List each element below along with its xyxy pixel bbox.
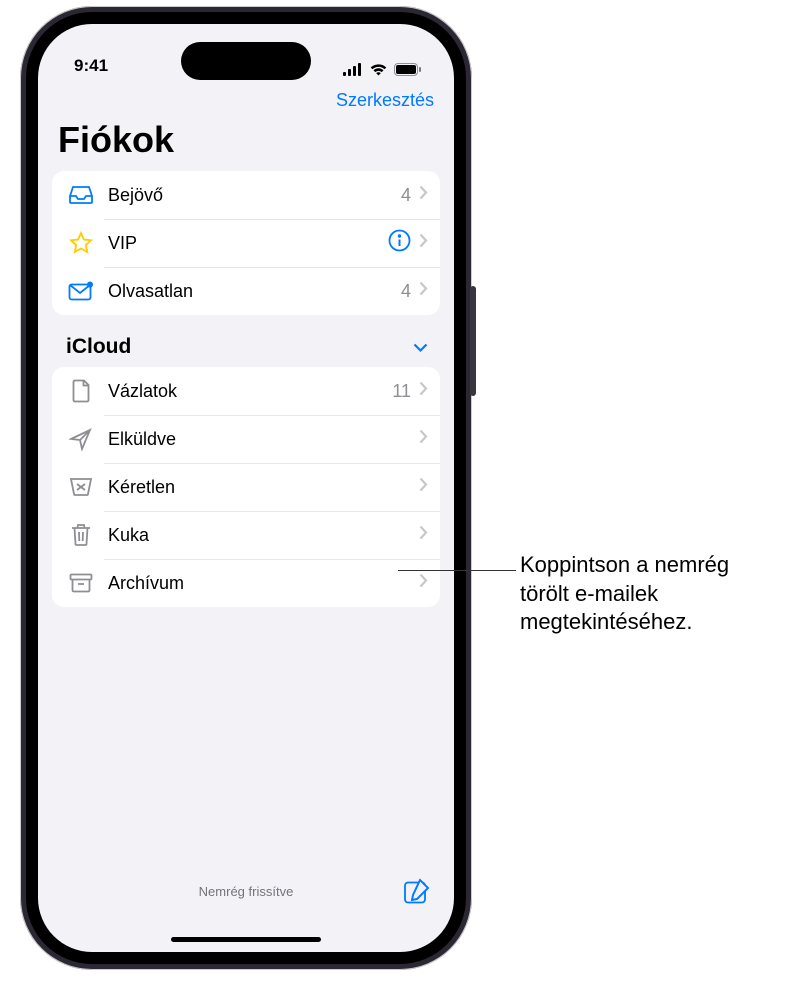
- page-title: Fiókok: [38, 115, 454, 171]
- status-time: 9:41: [74, 56, 108, 76]
- chevron-right-icon: [419, 185, 428, 205]
- compose-button[interactable]: [403, 878, 430, 910]
- mailbox-vip[interactable]: VIP: [52, 219, 440, 267]
- mailbox-label: Elküldve: [108, 429, 419, 450]
- edit-button[interactable]: Szerkesztés: [336, 90, 434, 111]
- side-button: [470, 286, 476, 396]
- chevron-down-icon: [413, 335, 428, 359]
- icloud-mailbox-group: Vázlatok 11 Elküldve: [52, 367, 440, 607]
- primary-mailbox-group: Bejövő 4 VIP: [52, 171, 440, 315]
- callout-text: Koppintson a nemrég törölt e-mailek megt…: [520, 551, 729, 637]
- send-icon: [66, 427, 96, 451]
- dynamic-island: [181, 42, 311, 80]
- junk-icon: [66, 477, 96, 497]
- mailbox-label: Olvasatlan: [108, 281, 401, 302]
- archive-icon: [66, 573, 96, 593]
- bottom-toolbar: Nemrég frissítve: [38, 868, 454, 952]
- mailbox-label: Kéretlen: [108, 477, 419, 498]
- screen: 9:41 Szerkesztés: [38, 24, 454, 952]
- mailbox-unread[interactable]: Olvasatlan 4: [52, 267, 440, 315]
- section-header-icloud[interactable]: iCloud: [52, 315, 440, 367]
- mailbox-inbox[interactable]: Bejövő 4: [52, 171, 440, 219]
- mailbox-label: Kuka: [108, 525, 419, 546]
- mailbox-label: Archívum: [108, 573, 419, 594]
- mailbox-label: Bejövő: [108, 185, 401, 206]
- trash-icon: [66, 523, 96, 547]
- chevron-right-icon: [419, 573, 428, 593]
- sync-status: Nemrég frissítve: [199, 884, 294, 899]
- wifi-icon: [369, 63, 388, 76]
- mailbox-archive[interactable]: Archívum: [52, 559, 440, 607]
- mailbox-label: Vázlatok: [108, 381, 392, 402]
- mailbox-count: 11: [392, 381, 411, 402]
- cellular-icon: [343, 63, 363, 76]
- mailbox-sent[interactable]: Elküldve: [52, 415, 440, 463]
- mailbox-count: 4: [401, 281, 411, 302]
- section-title: iCloud: [66, 335, 131, 359]
- chevron-right-icon: [419, 477, 428, 497]
- mailbox-label: VIP: [108, 233, 388, 254]
- info-icon[interactable]: [388, 229, 411, 257]
- content-area: Bejövő 4 VIP: [38, 171, 454, 868]
- mailbox-drafts[interactable]: Vázlatok 11: [52, 367, 440, 415]
- inbox-icon: [66, 185, 96, 205]
- iphone-frame: 9:41 Szerkesztés: [20, 6, 472, 970]
- callout-leader-line: [398, 570, 516, 571]
- unread-icon: [66, 281, 96, 301]
- mailbox-trash[interactable]: Kuka: [52, 511, 440, 559]
- chevron-right-icon: [419, 525, 428, 545]
- chevron-right-icon: [419, 429, 428, 449]
- battery-icon: [394, 63, 422, 76]
- mailbox-count: 4: [401, 185, 411, 206]
- star-icon: [66, 231, 96, 255]
- nav-bar: Szerkesztés: [38, 80, 454, 115]
- home-indicator: [171, 937, 321, 942]
- chevron-right-icon: [419, 281, 428, 301]
- chevron-right-icon: [419, 381, 428, 401]
- doc-icon: [66, 379, 96, 403]
- chevron-right-icon: [419, 233, 428, 253]
- mailbox-junk[interactable]: Kéretlen: [52, 463, 440, 511]
